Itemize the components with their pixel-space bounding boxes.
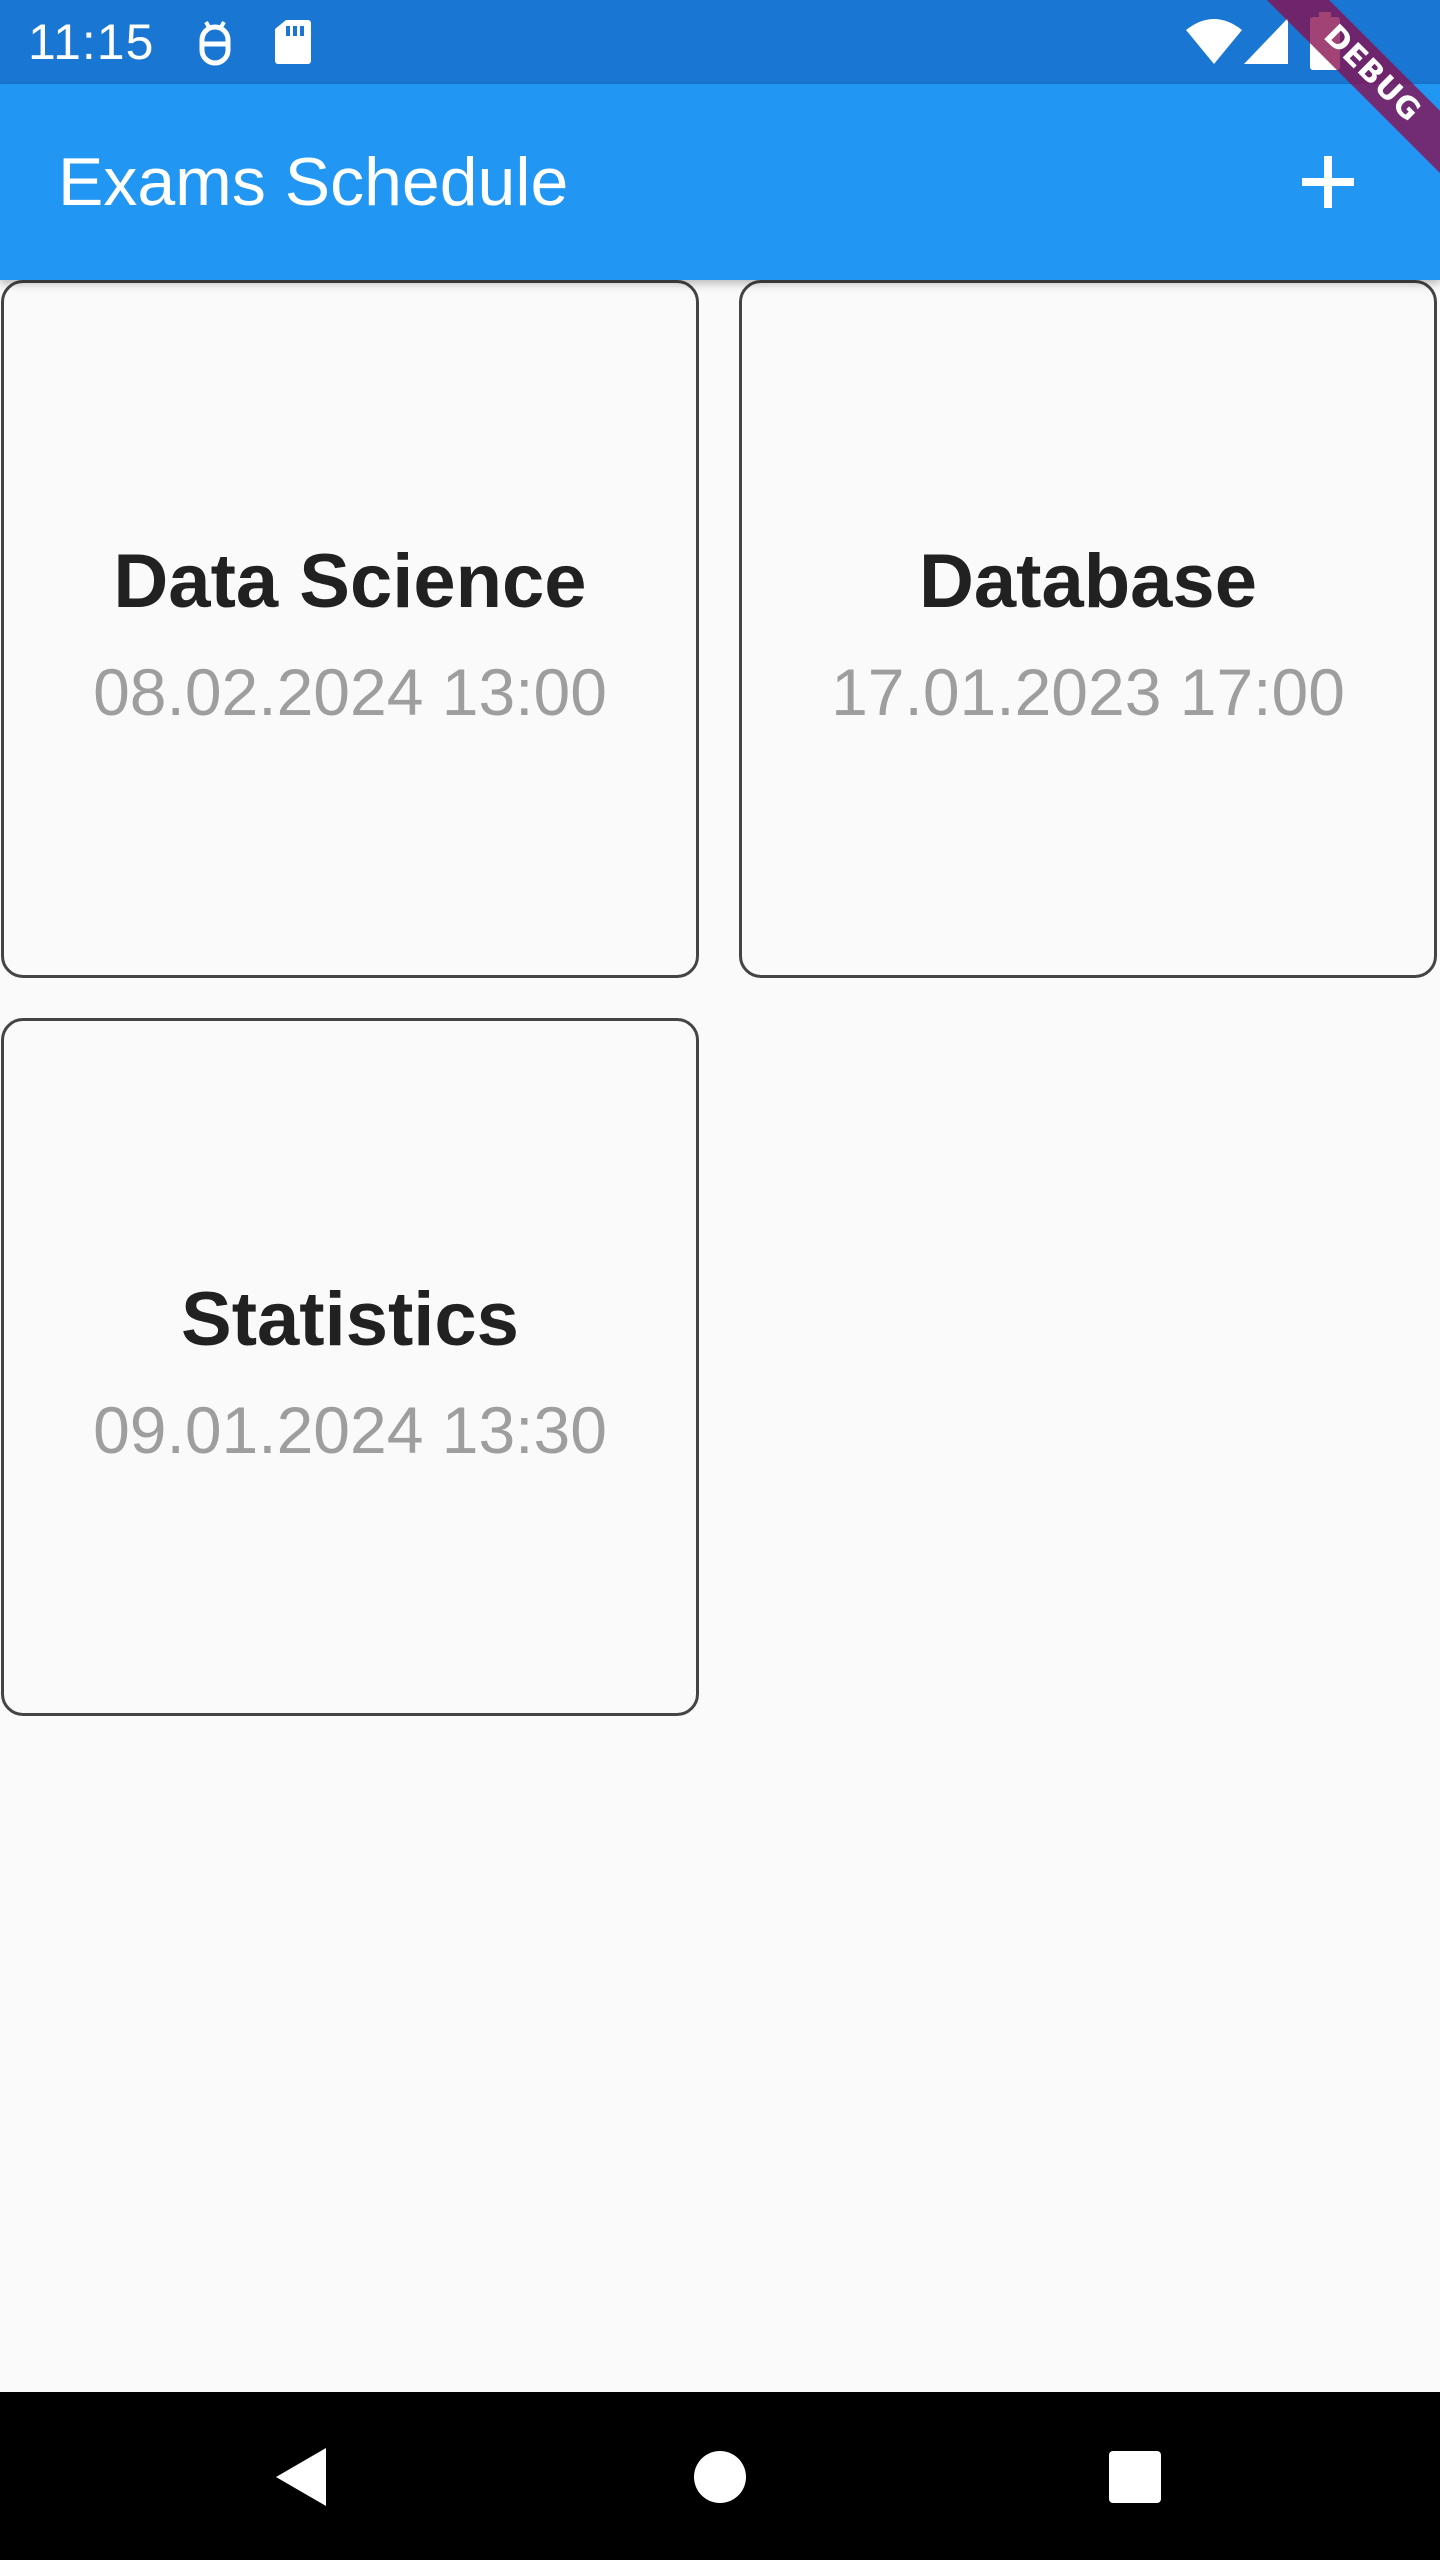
android-debug-icon (199, 21, 231, 66)
exam-subject: Data Science (113, 539, 587, 624)
status-time: 11:15 (28, 14, 155, 70)
signal-icon (1244, 18, 1288, 64)
navigation-bar (0, 2392, 1440, 2560)
app-bar: Exams Schedule (0, 84, 1440, 280)
wifi-icon (1186, 19, 1242, 64)
plus-icon (1302, 156, 1354, 208)
battery-icon (1310, 12, 1340, 70)
page-title: Exams Schedule (58, 144, 569, 220)
recents-icon (1109, 2451, 1161, 2503)
exam-datetime: 09.01.2024 13:30 (93, 1393, 607, 1467)
back-button[interactable] (256, 2432, 346, 2522)
home-icon (694, 2451, 746, 2503)
back-icon (276, 2448, 326, 2506)
exam-card[interactable]: Data Science 08.02.2024 13:00 (1, 280, 699, 978)
recents-button[interactable] (1090, 2432, 1180, 2522)
exam-datetime: 17.01.2023 17:00 (831, 655, 1345, 729)
exam-subject: Database (919, 539, 1257, 624)
exam-card[interactable]: Statistics 09.01.2024 13:30 (1, 1018, 699, 1716)
home-button[interactable] (675, 2432, 765, 2522)
add-exam-button[interactable] (1276, 130, 1380, 234)
exam-subject: Statistics (181, 1277, 519, 1362)
exam-datetime: 08.02.2024 13:00 (93, 655, 607, 729)
sd-card-icon (275, 20, 311, 64)
status-bar: 11:15 (0, 0, 1440, 84)
exam-card[interactable]: Database 17.01.2023 17:00 (739, 280, 1437, 978)
